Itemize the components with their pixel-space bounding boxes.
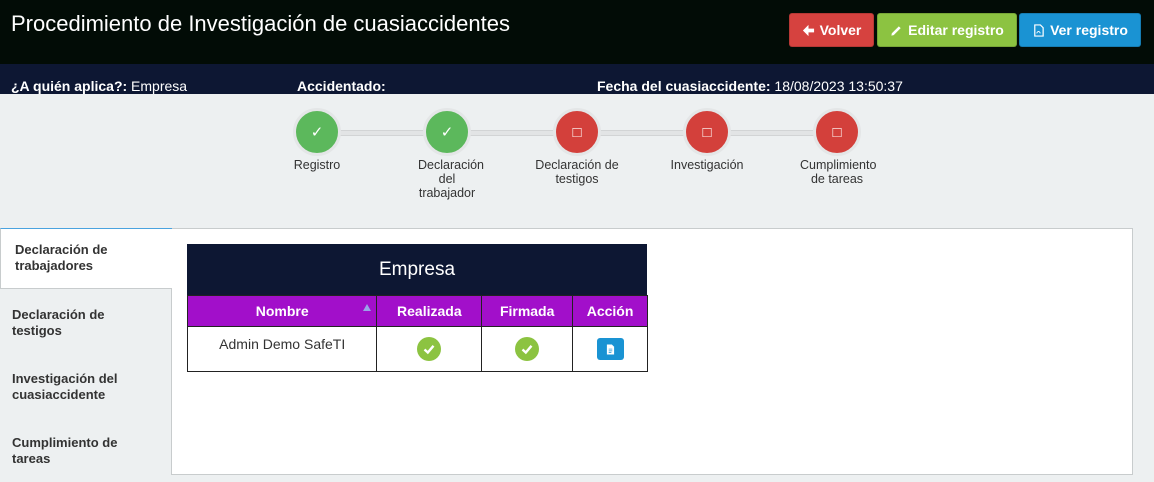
edit-record-button[interactable]: Editar registro — [877, 13, 1017, 47]
step-label: Declaración de testigos — [535, 158, 619, 186]
check-circle-icon — [515, 337, 540, 361]
date-info: Fecha del cuasiaccidente: 18/08/2023 13:… — [597, 78, 903, 94]
date-value: 18/08/2023 13:50:37 — [774, 78, 903, 94]
column-realizada[interactable]: Realizada — [376, 295, 483, 327]
injured-info: Accidentado: — [297, 78, 386, 94]
column-firmada[interactable]: Firmada — [481, 295, 574, 327]
arrow-left-icon — [802, 24, 814, 36]
sort-asc-icon — [363, 304, 372, 311]
column-nombre[interactable]: Nombre — [186, 295, 378, 327]
info-bar: ¿A quién aplica?: Empresa Accidentado: F… — [0, 64, 1154, 94]
tab-declaracion-testigos[interactable]: Declaración de testigos — [0, 307, 120, 339]
step-label: Declaración del trabajador — [418, 158, 485, 200]
box-icon: □ — [553, 108, 601, 156]
tab-investigacion[interactable]: Investigación del cuasiaccidente — [0, 371, 140, 403]
workers-table: Empresa Nombre Realizada Firmada Acción … — [186, 244, 648, 372]
applies-to-label: ¿A quién aplica?: — [11, 78, 128, 94]
progress-steps: ✓ Registro ✓ Declaración del trabajador … — [0, 94, 1154, 228]
check-icon: ✓ — [293, 108, 341, 156]
cell-realizada — [376, 326, 483, 372]
document-icon — [606, 344, 614, 354]
step-declaracion-trabajador: ✓ Declaración del trabajador — [402, 108, 492, 200]
step-label: Registro — [293, 158, 341, 172]
step-investigacion: □ Investigación — [662, 108, 752, 172]
applies-to-info: ¿A quién aplica?: Empresa — [11, 78, 187, 94]
date-label: Fecha del cuasiaccidente: — [597, 78, 771, 94]
view-record-button[interactable]: Ver registro — [1019, 13, 1141, 47]
cell-nombre: Admin Demo SafeTI — [186, 326, 378, 372]
back-button-label: Volver — [819, 22, 862, 38]
tab-declaracion-trabajadores[interactable]: Declaración de trabajadores — [0, 228, 172, 289]
pencil-icon — [891, 25, 901, 36]
back-button[interactable]: Volver — [789, 13, 874, 47]
view-record-button-label: Ver registro — [1050, 22, 1128, 38]
step-registro: ✓ Registro — [272, 108, 362, 172]
tab-cumplimiento-tareas[interactable]: Cumplimiento de tareas — [0, 435, 130, 467]
cell-firmada — [481, 326, 574, 372]
step-label: Investigación — [670, 158, 744, 172]
step-label: Cumplimiento de tareas — [800, 158, 877, 186]
step-declaracion-testigos: □ Declaración de testigos — [532, 108, 622, 186]
edit-record-button-label: Editar registro — [908, 22, 1004, 38]
step-cumplimiento: □ Cumplimiento de tareas — [792, 108, 882, 186]
view-document-button[interactable] — [596, 338, 624, 360]
table-title: Empresa — [187, 244, 647, 295]
column-accion[interactable]: Acción — [572, 295, 648, 327]
column-nombre-label: Nombre — [255, 303, 309, 319]
box-icon: □ — [813, 108, 861, 156]
applies-to-value: Empresa — [131, 78, 188, 94]
check-icon: ✓ — [423, 108, 471, 156]
pdf-file-icon — [1034, 23, 1044, 37]
box-icon: □ — [683, 108, 731, 156]
check-circle-icon — [417, 337, 442, 361]
top-bar: Procedimiento de Investigación de cuasia… — [0, 0, 1154, 64]
page-title: Procedimiento de Investigación de cuasia… — [11, 11, 510, 36]
table-row: Admin Demo SafeTI — [186, 326, 648, 372]
injured-label: Accidentado: — [297, 78, 386, 94]
cell-accion — [572, 326, 648, 372]
